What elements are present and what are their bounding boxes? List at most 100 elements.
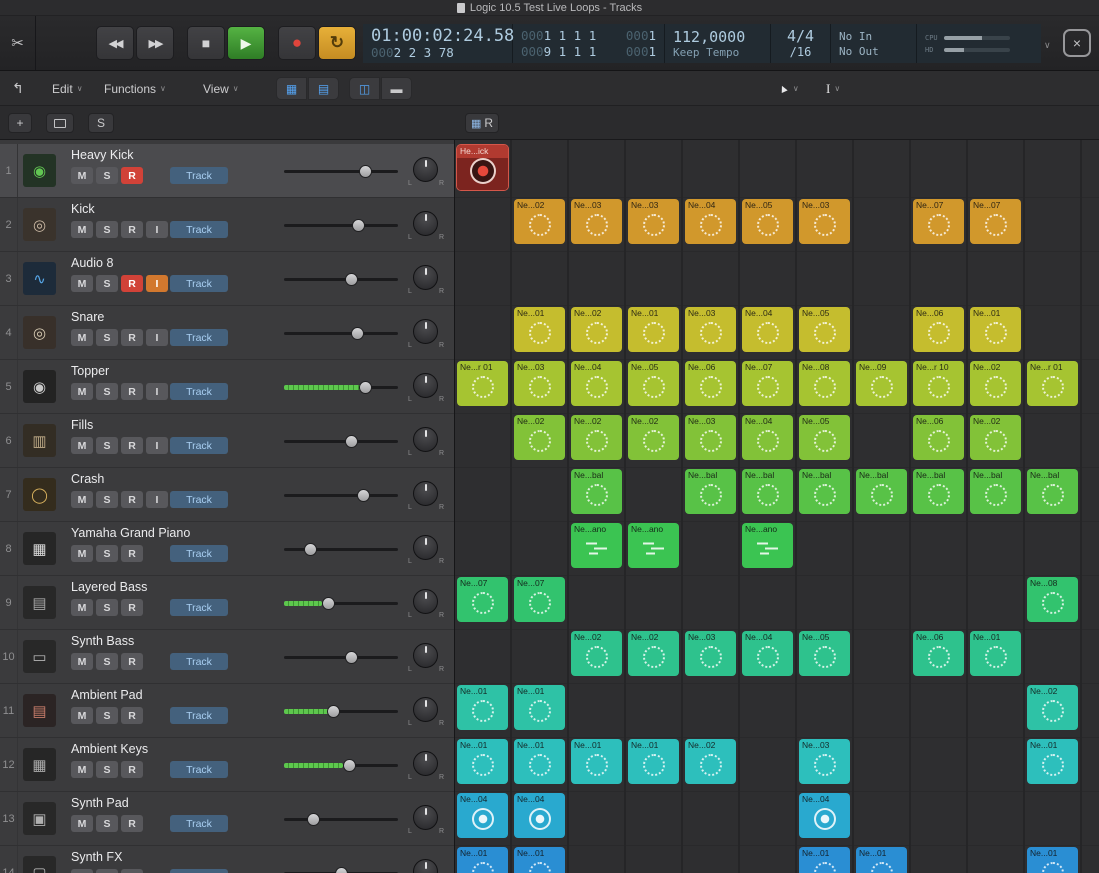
pan-knob[interactable]: LR — [410, 480, 442, 512]
record-enable-button[interactable]: R — [121, 707, 143, 724]
forward-button[interactable]: ▶▶ — [136, 26, 174, 60]
loop-cell[interactable]: Ne...02 — [628, 631, 679, 676]
track-name[interactable]: Yamaha Grand Piano — [71, 526, 190, 540]
track-number[interactable]: 2 — [0, 198, 18, 251]
loop-cell[interactable]: Ne...02 — [514, 415, 565, 460]
track-row[interactable]: 5◉TopperMSRITrackLR — [0, 360, 454, 414]
solo-button[interactable]: S — [96, 869, 118, 873]
loop-cell[interactable]: Ne...05 — [799, 415, 850, 460]
track-name[interactable]: Crash — [71, 472, 104, 486]
loop-cell[interactable]: Ne...01 — [571, 739, 622, 784]
mute-button[interactable]: M — [71, 653, 93, 670]
loop-cell[interactable]: Ne...01 — [1027, 739, 1078, 784]
track-row[interactable]: 11▤Ambient PadMSRTrackLR — [0, 684, 454, 738]
loop-cell[interactable]: Ne...02 — [970, 361, 1021, 406]
slider-thumb[interactable] — [343, 759, 356, 772]
duplicate-track-button[interactable] — [46, 113, 74, 133]
loop-cell[interactable]: Ne...03 — [799, 739, 850, 784]
track-name[interactable]: Synth Pad — [71, 796, 129, 810]
volume-slider[interactable] — [284, 414, 398, 468]
track-button[interactable]: Track — [170, 653, 228, 670]
loop-cell[interactable]: Ne...07 — [457, 577, 508, 622]
track-button[interactable]: Track — [170, 437, 228, 454]
solo-button[interactable]: S — [96, 275, 118, 292]
slider-thumb[interactable] — [327, 705, 340, 718]
lcd-chevron-icon[interactable]: ∨ — [1044, 40, 1051, 51]
record-enable-button[interactable]: R — [121, 437, 143, 454]
loop-cell[interactable]: Ne...05 — [799, 631, 850, 676]
track-number[interactable]: 4 — [0, 306, 18, 359]
record-enable-button[interactable]: R — [121, 383, 143, 400]
input-monitor-button[interactable]: I — [146, 491, 168, 508]
keyboard-icon[interactable]: ▤ — [23, 694, 56, 727]
pan-knob[interactable]: LR — [410, 372, 442, 404]
loop-cell[interactable]: Ne...03 — [685, 415, 736, 460]
editors-button[interactable]: ▬ — [381, 77, 412, 100]
pan-knob[interactable]: LR — [410, 858, 442, 873]
keys-icon[interactable]: ▦ — [23, 748, 56, 781]
loop-cell[interactable]: Ne...02 — [1027, 685, 1078, 730]
loop-cell[interactable]: Ne...05 — [799, 307, 850, 352]
record-button[interactable]: ● — [278, 26, 316, 60]
pan-knob[interactable]: LR — [410, 264, 442, 296]
volume-slider[interactable] — [284, 738, 398, 792]
mute-button[interactable]: M — [71, 221, 93, 238]
grid-view-button[interactable]: ▦ — [276, 77, 307, 100]
loop-cell[interactable]: Ne...07 — [970, 199, 1021, 244]
mute-button[interactable]: M — [71, 275, 93, 292]
bass-synth-icon[interactable]: ▤ — [23, 586, 56, 619]
loop-cell[interactable]: Ne...01 — [457, 739, 508, 784]
lcd-signature-section[interactable]: 4/4 /16 — [771, 24, 831, 63]
mixer-button[interactable]: ◫ — [349, 77, 380, 100]
loop-cell[interactable]: Ne...bal — [685, 469, 736, 514]
stop-button[interactable]: ■ — [187, 26, 225, 60]
loop-cell[interactable]: Ne...bal — [799, 469, 850, 514]
loop-cell[interactable]: Ne...04 — [742, 415, 793, 460]
pan-knob[interactable]: LR — [410, 642, 442, 674]
loop-cell[interactable]: Ne...bal — [1027, 469, 1078, 514]
solo-button[interactable]: S — [96, 437, 118, 454]
close-button[interactable]: × — [1063, 29, 1091, 57]
record-enable-button[interactable]: R — [121, 653, 143, 670]
solo-button[interactable]: S — [96, 167, 118, 184]
volume-slider[interactable] — [284, 522, 398, 576]
loop-cell[interactable]: Ne...02 — [685, 739, 736, 784]
rewind-button[interactable]: ◀◀ — [96, 26, 134, 60]
loop-cell[interactable]: Ne...05 — [628, 361, 679, 406]
volume-slider[interactable] — [284, 684, 398, 738]
loop-cell[interactable]: Ne...04 — [742, 631, 793, 676]
loop-cell[interactable]: Ne...06 — [685, 361, 736, 406]
loop-cell[interactable]: Ne...bal — [970, 469, 1021, 514]
track-button[interactable]: Track — [170, 275, 228, 292]
loop-cell[interactable]: Ne...01 — [514, 739, 565, 784]
track-name[interactable]: Kick — [71, 202, 95, 216]
loop-cell[interactable]: Ne...08 — [799, 361, 850, 406]
record-enable-button[interactable]: R — [121, 329, 143, 346]
volume-slider[interactable] — [284, 576, 398, 630]
track-row[interactable]: 4◎SnareMSRITrackLR — [0, 306, 454, 360]
loop-cell[interactable]: Ne...06 — [913, 631, 964, 676]
mute-button[interactable]: M — [71, 545, 93, 562]
percussion-icon[interactable]: ▥ — [23, 424, 56, 457]
record-enable-button[interactable]: R — [121, 815, 143, 832]
solo-button[interactable]: S — [96, 221, 118, 238]
mute-button[interactable]: M — [71, 383, 93, 400]
loop-cell[interactable]: Ne...04 — [514, 793, 565, 838]
loop-cell[interactable]: Ne...01 — [457, 685, 508, 730]
slider-thumb[interactable] — [345, 273, 358, 286]
record-enable-button[interactable]: R — [121, 491, 143, 508]
track-name[interactable]: Snare — [71, 310, 104, 324]
cymbal-icon[interactable]: ◯ — [23, 478, 56, 511]
cycle-button[interactable]: ↻ — [318, 26, 356, 60]
track-number[interactable]: 14 — [0, 846, 18, 873]
track-number[interactable]: 13 — [0, 792, 18, 845]
track-button[interactable]: Track — [170, 545, 228, 562]
loop-cell[interactable]: Ne...08 — [1027, 577, 1078, 622]
view-menu[interactable]: View ∨ — [203, 71, 239, 106]
loop-cell[interactable]: Ne...ano — [628, 523, 679, 568]
record-enable-button[interactable]: R — [121, 221, 143, 238]
loop-cell[interactable]: Ne...01 — [1027, 847, 1078, 873]
slider-thumb[interactable] — [357, 489, 370, 502]
pan-knob[interactable]: LR — [410, 534, 442, 566]
loop-cell[interactable]: Ne...bal — [856, 469, 907, 514]
